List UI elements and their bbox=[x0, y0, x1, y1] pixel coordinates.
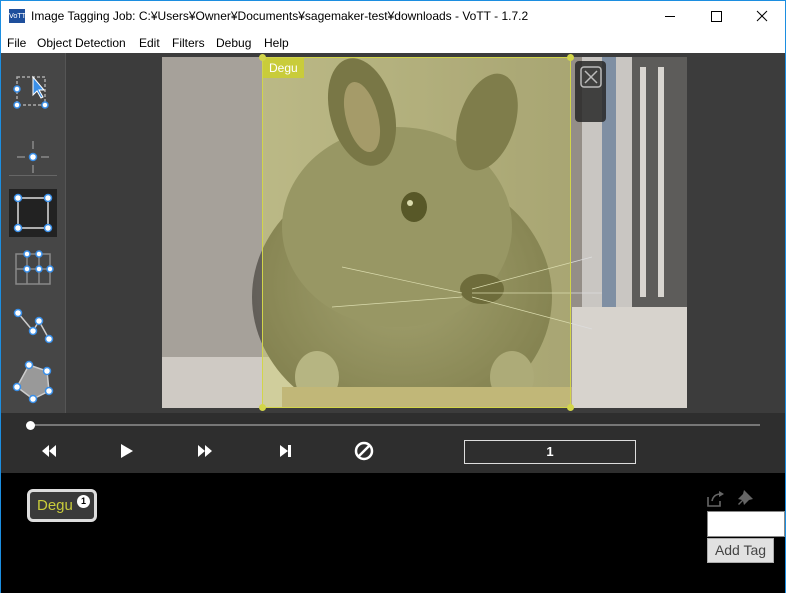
menu-filters[interactable]: Filters bbox=[172, 36, 205, 50]
menu-object-detection[interactable]: Object Detection bbox=[37, 36, 126, 50]
vott-app-icon: VoTT bbox=[9, 9, 26, 23]
title-bar: VoTT Image Tagging Job: C:¥Users¥Owner¥D… bbox=[1, 1, 785, 32]
next-frame-button[interactable] bbox=[273, 439, 297, 463]
point-icon bbox=[17, 141, 49, 173]
skip-next-icon bbox=[280, 445, 291, 457]
close-icon bbox=[756, 10, 768, 22]
clear-button[interactable] bbox=[352, 439, 376, 463]
frame-number-field[interactable]: 1 bbox=[464, 440, 636, 464]
rewind-icon bbox=[42, 445, 56, 457]
fast-forward-icon bbox=[198, 445, 212, 457]
grid-select-icon bbox=[15, 250, 54, 285]
maximize-icon bbox=[711, 11, 722, 22]
minimize-icon bbox=[665, 16, 675, 17]
rewind-button[interactable] bbox=[37, 439, 61, 463]
menu-debug[interactable]: Debug bbox=[216, 36, 251, 50]
select-pointer-icon bbox=[13, 75, 49, 109]
fast-forward-button[interactable] bbox=[193, 439, 217, 463]
export-tags-button[interactable] bbox=[705, 489, 725, 509]
tags-panel bbox=[1, 473, 785, 593]
menu-help[interactable]: Help bbox=[264, 36, 289, 50]
tool-polyline[interactable] bbox=[9, 301, 57, 349]
polygon-icon bbox=[12, 360, 54, 404]
window-title: Image Tagging Job: C:¥Users¥Owner¥Docume… bbox=[31, 9, 529, 23]
tool-sidebar bbox=[1, 53, 66, 413]
menu-edit[interactable]: Edit bbox=[139, 36, 160, 50]
tool-select[interactable] bbox=[9, 67, 57, 115]
region-handle-bottom-right[interactable] bbox=[567, 404, 574, 411]
pin-tags-button[interactable] bbox=[735, 489, 755, 509]
share-icon bbox=[707, 491, 724, 507]
region-handle-top-left[interactable] bbox=[259, 54, 266, 61]
close-box-icon[interactable] bbox=[575, 61, 606, 92]
tool-grid-select[interactable] bbox=[9, 245, 57, 293]
polyline-icon bbox=[13, 308, 54, 344]
region-handle-bottom-left[interactable] bbox=[259, 404, 266, 411]
close-window-button[interactable] bbox=[739, 1, 785, 32]
add-tag-button[interactable]: Add Tag bbox=[707, 538, 774, 563]
maximize-button[interactable] bbox=[693, 1, 739, 32]
seek-knob[interactable] bbox=[26, 421, 35, 430]
pin-icon bbox=[738, 490, 753, 505]
app-window: VoTT Image Tagging Job: C:¥Users¥Owner¥D… bbox=[0, 0, 786, 593]
menu-file[interactable]: File bbox=[7, 36, 26, 50]
menu-bar: File Object Detection Edit Filters Debug… bbox=[1, 32, 785, 53]
tool-rectangle[interactable] bbox=[9, 189, 57, 237]
new-tag-input[interactable] bbox=[707, 511, 785, 537]
rectangle-icon bbox=[13, 193, 53, 233]
tool-polygon[interactable] bbox=[9, 357, 57, 405]
delete-region-panel bbox=[575, 61, 606, 122]
ban-icon bbox=[354, 441, 374, 461]
region-tag-label: Degu bbox=[263, 58, 304, 78]
bounding-box-region[interactable] bbox=[262, 57, 571, 408]
minimize-button[interactable] bbox=[647, 1, 693, 32]
tag-hotkey-badge: 1 bbox=[77, 495, 90, 508]
seek-track[interactable] bbox=[30, 424, 760, 426]
play-icon bbox=[121, 444, 133, 458]
region-handle-top-right[interactable] bbox=[567, 54, 574, 61]
tool-point[interactable] bbox=[9, 133, 57, 181]
play-button[interactable] bbox=[114, 439, 138, 463]
tag-chip-label: Degu bbox=[37, 497, 73, 514]
